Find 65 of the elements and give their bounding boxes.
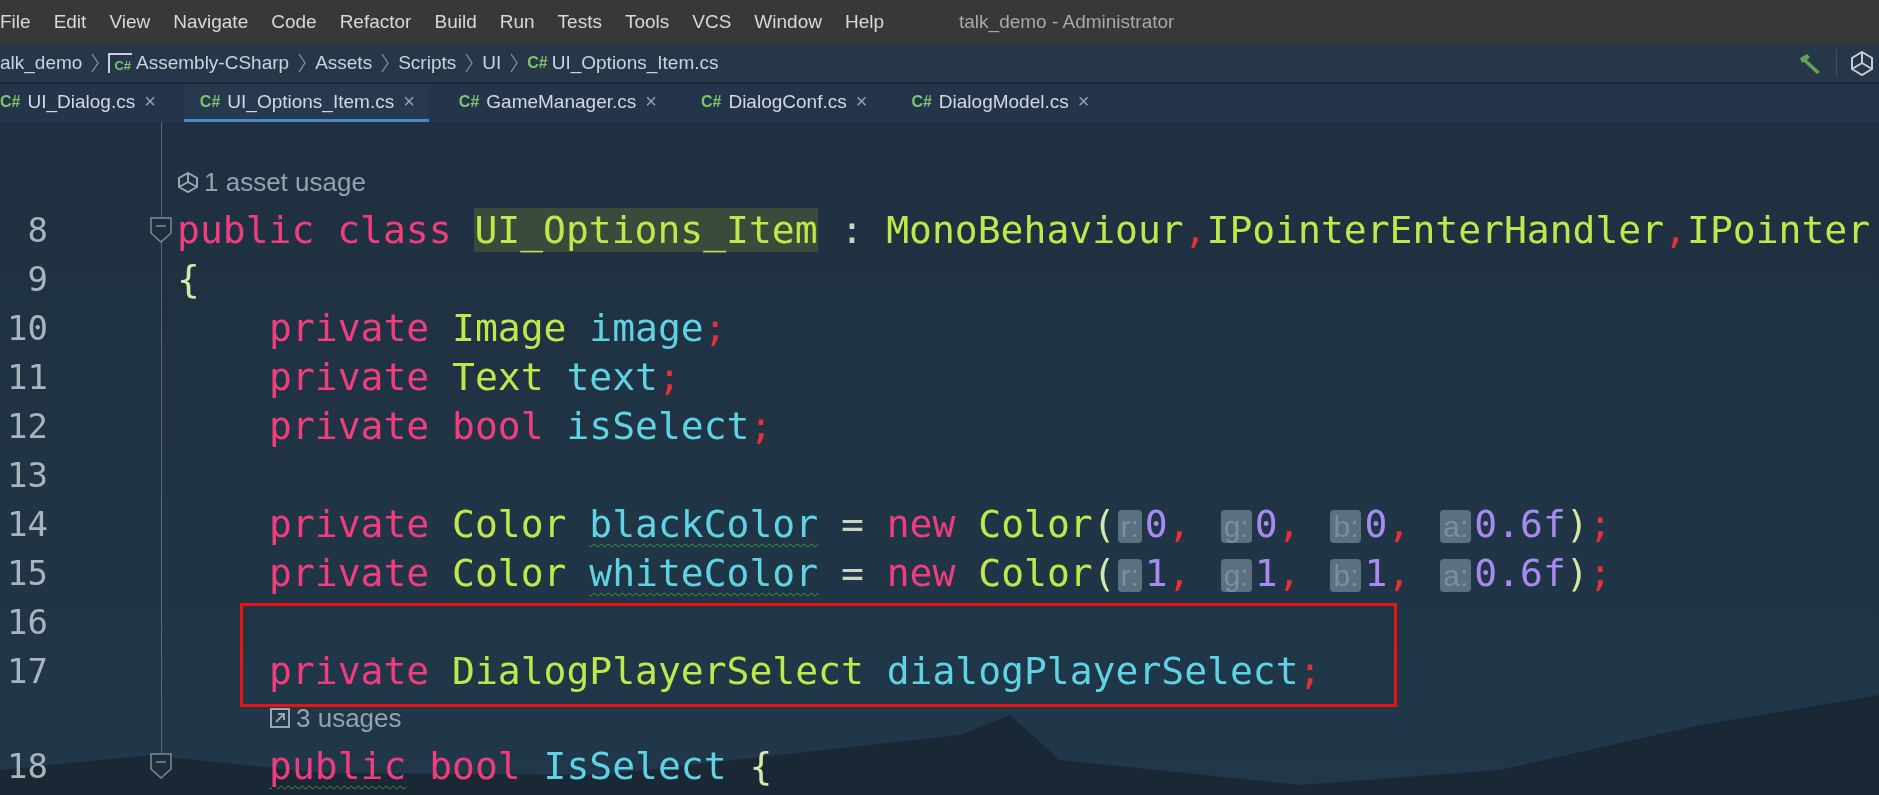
code-line: { [177, 256, 200, 301]
menu-item[interactable]: View [109, 10, 151, 33]
code-line: private DialogPlayerSelect dialogPlayerSelect; [269, 648, 1322, 693]
unity-cube-icon [177, 171, 199, 193]
breadcrumb-item[interactable]: Assets [315, 51, 373, 74]
code-line: private bool isSelect; [269, 403, 773, 448]
chevron-icon [298, 51, 307, 74]
line-number: 18 [6, 745, 48, 786]
usages-icon [269, 707, 291, 729]
usage-hint[interactable]: 1 asset usage [204, 166, 366, 198]
breadcrumb-item[interactable]: Assembly-CSharp [136, 51, 290, 74]
window-title: talk_demo - Administrator [959, 10, 1175, 33]
menu-item[interactable]: Tools [624, 10, 670, 33]
editor-tab[interactable]: C# UI_Dialog.cs × [0, 84, 170, 122]
unity-cube-icon[interactable] [1849, 49, 1875, 76]
editor-tab[interactable]: C# UI_Options_Item.cs × [183, 84, 429, 122]
code-line: public class UI_Options_Item : MonoBehaviour,IPointerEnterHandler,IPointer [177, 207, 1871, 252]
csharp-file-icon: C# [527, 53, 548, 72]
breadcrumb-item[interactable]: Scripts [398, 51, 457, 74]
line-number: 16 [6, 601, 48, 642]
menu-item[interactable]: Build [434, 10, 477, 33]
code-line: public bool IsSelect { [269, 743, 773, 788]
menu-item[interactable]: VCS [692, 10, 732, 33]
breadcrumb-item[interactable]: UI_Options_Item.cs [551, 51, 719, 74]
csharp-file-icon: C# [199, 92, 221, 111]
line-number: 10 [6, 307, 48, 348]
chevron-icon [381, 51, 390, 74]
line-number: 14 [6, 503, 48, 544]
code-line: private Image image; [269, 305, 727, 350]
menu-item[interactable]: Run [499, 10, 535, 33]
menu-item[interactable]: Edit [53, 10, 87, 33]
line-number: 15 [6, 552, 48, 593]
close-icon[interactable]: × [645, 90, 657, 113]
breadcrumb-item[interactable]: alk_demo [0, 51, 83, 74]
line-number: 13 [6, 454, 48, 495]
csharp-file-icon: C# [911, 92, 932, 111]
editor-tab[interactable]: C# GameManager.cs × [458, 84, 671, 122]
menu-item[interactable]: File [0, 10, 31, 33]
csharp-file-icon: C# [700, 92, 722, 111]
line-number: 8 [26, 209, 48, 250]
close-icon[interactable]: × [855, 90, 868, 113]
chevron-icon [465, 51, 474, 74]
line-number: 12 [6, 405, 48, 446]
breadcrumb-item[interactable]: UI [482, 51, 502, 74]
menu-item[interactable]: Code [271, 10, 317, 33]
close-icon[interactable]: × [144, 90, 156, 113]
line-number: 17 [6, 650, 48, 691]
usage-hint[interactable]: 3 usages [296, 702, 402, 734]
csharp-file-icon: C# [458, 92, 480, 111]
code-line: private Text text; [269, 354, 681, 399]
line-number: 9 [26, 258, 48, 299]
editor-tab[interactable]: C# DialogModel.cs × [911, 84, 1104, 122]
chevron-icon [91, 51, 100, 74]
close-icon[interactable]: × [1077, 90, 1090, 113]
menu-item[interactable]: Tests [557, 10, 602, 33]
editor-tab[interactable]: C# DialogConf.cs × [700, 84, 882, 122]
menu-item[interactable]: Refactor [339, 10, 412, 33]
csharp-file-icon: C# [0, 92, 21, 111]
chevron-icon [510, 51, 519, 74]
line-number: 11 [6, 356, 48, 397]
menu-item[interactable]: Help [844, 10, 884, 33]
close-icon[interactable]: × [403, 90, 415, 113]
menu-item[interactable]: Navigate [173, 10, 249, 33]
fold-icon[interactable] [150, 217, 172, 243]
menu-item[interactable]: Window [754, 10, 822, 33]
